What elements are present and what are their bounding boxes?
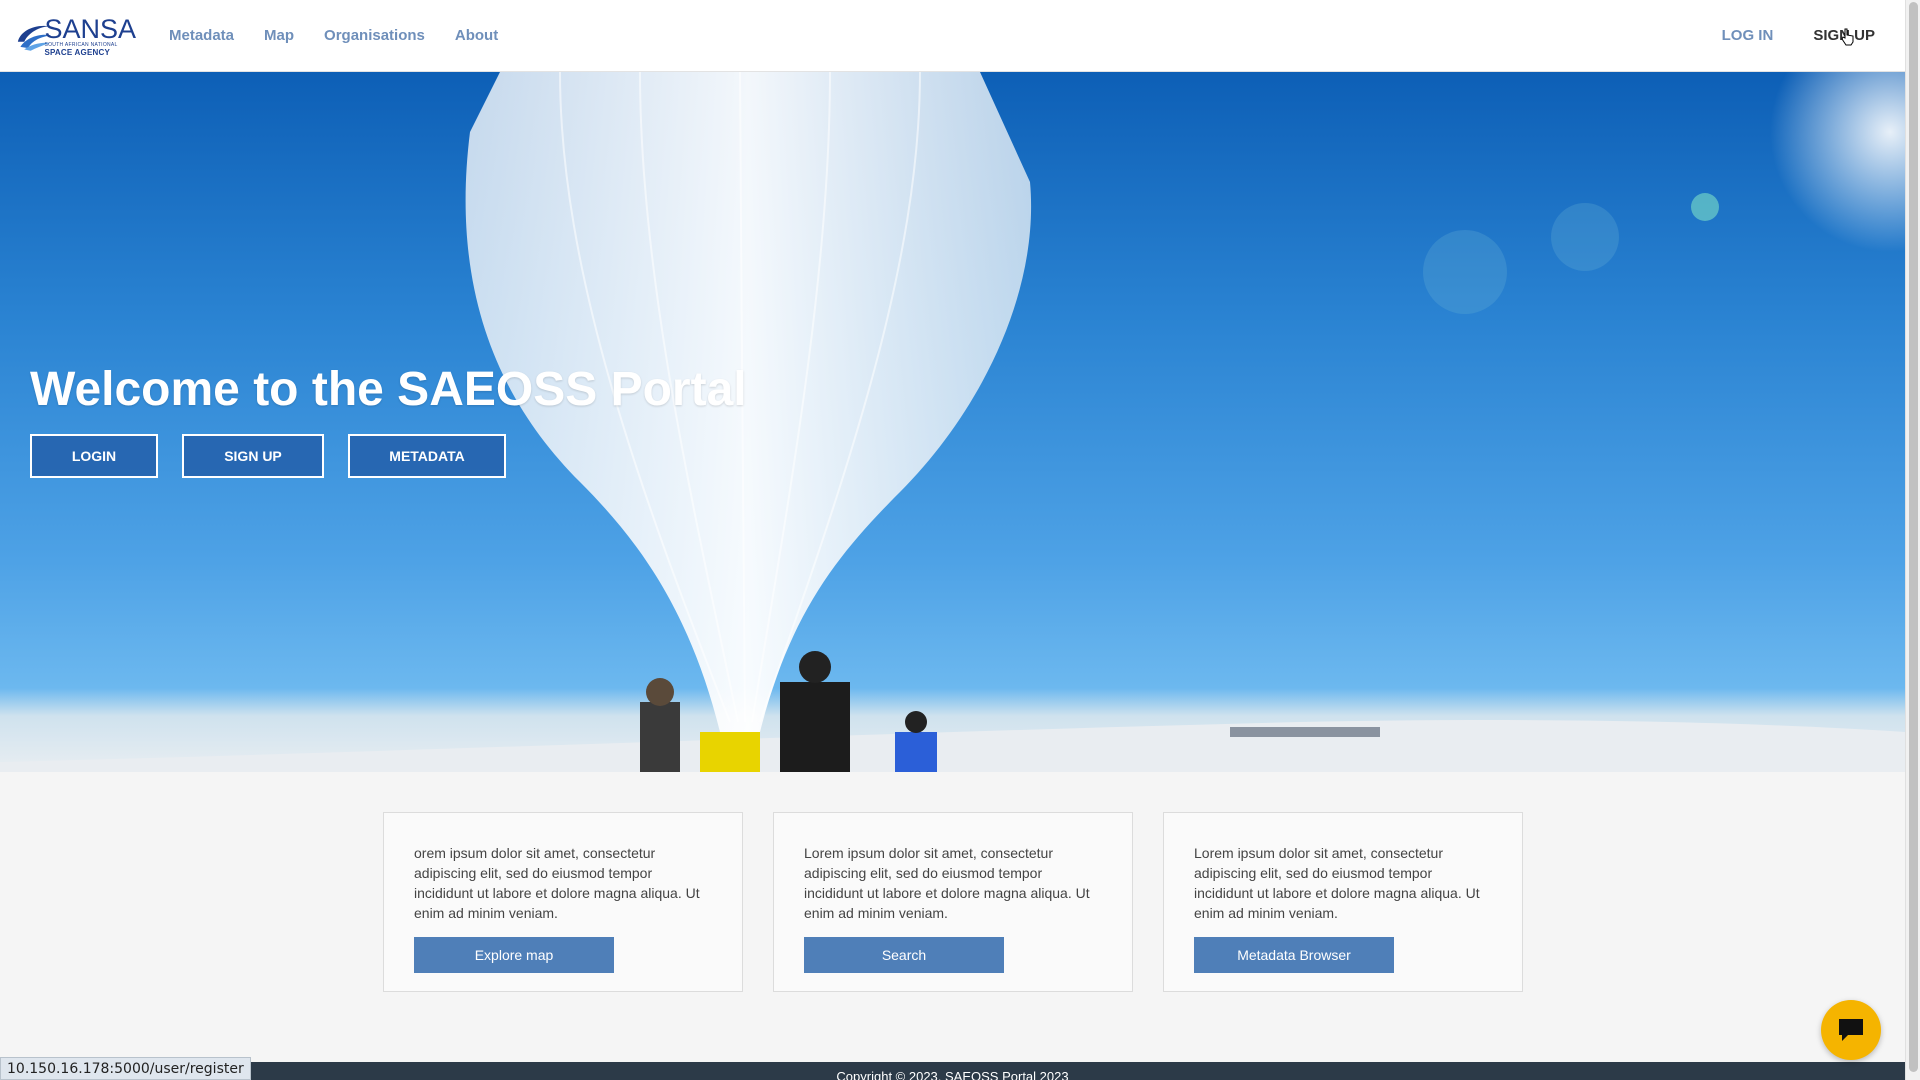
search-button[interactable]: Search — [804, 937, 1004, 973]
mouse-pointer-icon — [1841, 28, 1854, 46]
nav-link-map[interactable]: Map — [264, 27, 294, 44]
feature-cards: orem ipsum dolor sit amet, consectetur a… — [383, 812, 1553, 992]
chat-bubble-icon — [1839, 1019, 1863, 1041]
nav-link-about[interactable]: About — [455, 27, 498, 44]
top-navbar: SANSA SOUTH AFRICAN NATIONAL SPACE AGENC… — [0, 0, 1905, 72]
feature-card-map: orem ipsum dolor sit amet, consectetur a… — [383, 812, 743, 992]
footer-copyright: Copyright © 2023, SAEOSS Portal 2023 — [836, 1069, 1069, 1080]
page-scrollbar[interactable] — [1905, 0, 1920, 1080]
metadata-browser-button[interactable]: Metadata Browser — [1194, 937, 1394, 973]
hero-banner: Welcome to the SAEOSS Portal LOGIN SIGN … — [0, 72, 1905, 772]
chat-button[interactable] — [1821, 1000, 1881, 1060]
hero-login-button[interactable]: LOGIN — [30, 434, 158, 478]
card-text: orem ipsum dolor sit amet, consectetur a… — [414, 845, 700, 921]
main-nav: Metadata Map Organisations About — [169, 0, 528, 70]
feature-card-metadata: Lorem ipsum dolor sit amet, consectetur … — [1163, 812, 1523, 992]
nav-link-metadata[interactable]: Metadata — [169, 27, 234, 44]
hero-balloon-image — [0, 72, 1905, 772]
nav-link-organisations[interactable]: Organisations — [324, 27, 425, 44]
card-text: Lorem ipsum dolor sit amet, consectetur … — [1194, 845, 1480, 921]
logo-text: SANSA SOUTH AFRICAN NATIONAL SPACE AGENC… — [44, 13, 136, 57]
hero-title: Welcome to the SAEOSS Portal — [30, 363, 747, 416]
explore-map-button[interactable]: Explore map — [414, 937, 614, 973]
scrollbar-thumb[interactable] — [1909, 2, 1918, 1072]
logo-subtitle-2: SPACE AGENCY — [44, 47, 110, 57]
logo-name: SANSA — [44, 13, 136, 44]
card-text: Lorem ipsum dolor sit amet, consectetur … — [804, 845, 1090, 921]
nav-login-link[interactable]: LOG IN — [1722, 27, 1774, 44]
link-status-url: 10.150.16.178:5000/user/register — [0, 1057, 251, 1080]
hero-actions: LOGIN SIGN UP METADATA — [30, 434, 530, 478]
feature-card-search: Lorem ipsum dolor sit amet, consectetur … — [773, 812, 1133, 992]
sansa-logo[interactable]: SANSA SOUTH AFRICAN NATIONAL SPACE AGENC… — [14, 11, 136, 61]
hero-signup-button[interactable]: SIGN UP — [182, 434, 324, 478]
hero-metadata-button[interactable]: METADATA — [348, 434, 506, 478]
page-footer: Copyright © 2023, SAEOSS Portal 2023 — [0, 1062, 1905, 1080]
